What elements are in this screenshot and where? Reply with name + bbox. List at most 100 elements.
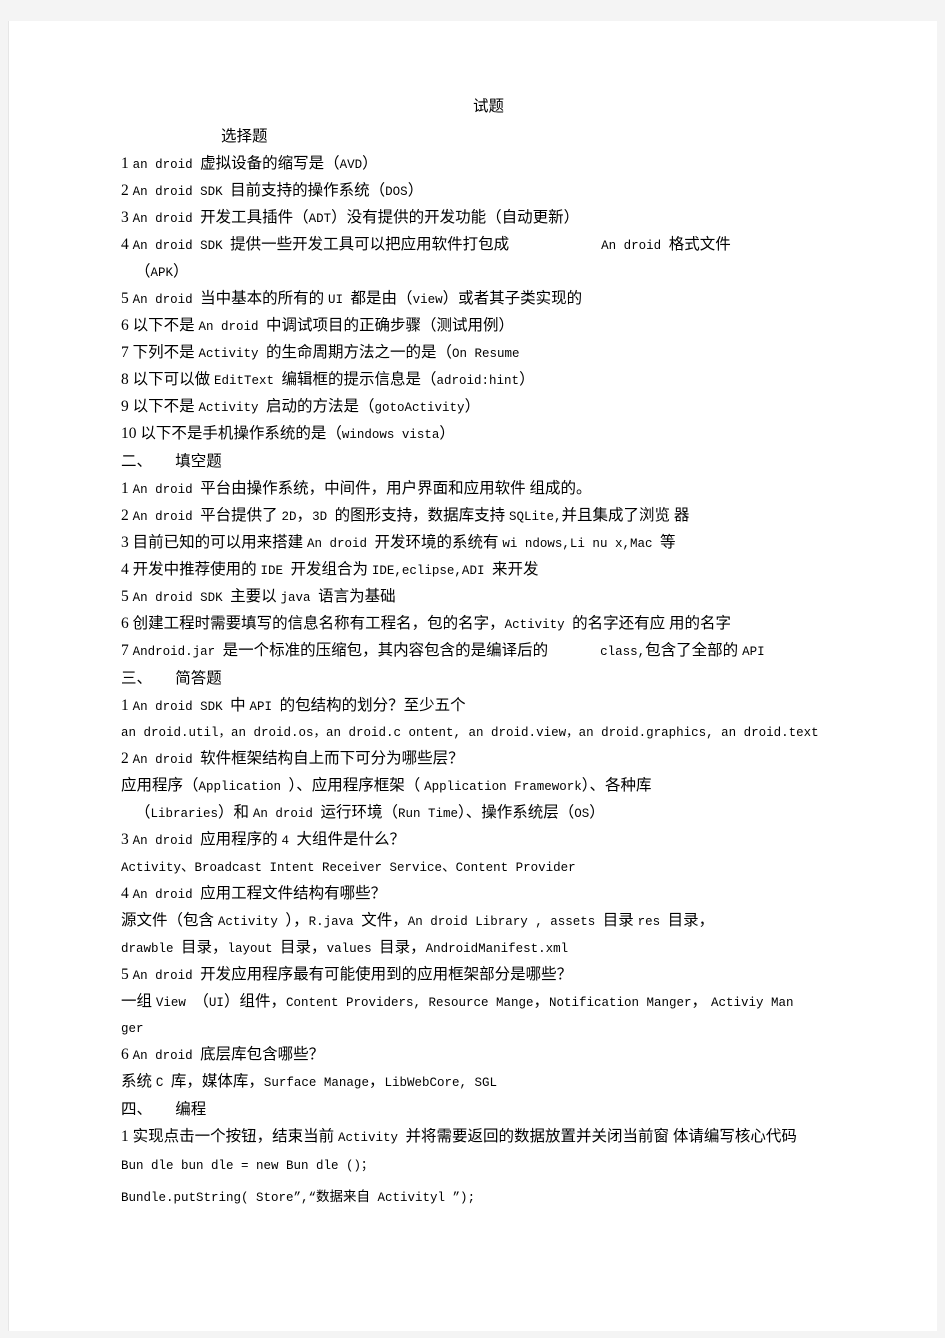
cjk-run: 10 以下不是手机操作系统的是（ <box>121 425 342 442</box>
cjk-run: 文件， <box>361 912 408 929</box>
latin-run: API <box>249 700 280 714</box>
cjk-run: 4 <box>121 236 133 253</box>
cjk-run: ） <box>173 263 189 280</box>
cjk-run: 、 <box>442 859 456 874</box>
page-title: 试题 <box>472 98 504 115</box>
cjk-run: 目前支持的操作系统（ <box>230 182 386 199</box>
cjk-run: 系统 <box>121 1073 156 1090</box>
cjk-run: ， <box>296 507 313 524</box>
text-line: 2 An droid 平台提供了 2D，3D 的图形支持，数据库支持 SQLit… <box>121 503 846 530</box>
text-line: 1 实现点击一个按钮，结束当前 Activity 并将需要返回的数据放置并关闭当… <box>121 1124 846 1151</box>
latin-run: Notification Manger <box>549 996 692 1010</box>
cjk-run: 的图形支持，数据库支持 <box>334 507 509 524</box>
latin-run: C <box>155 1076 171 1090</box>
cjk-run: 开发工具插件（ <box>200 209 309 226</box>
latin-run: An droid <box>198 320 267 334</box>
cjk-run: 平台提供了 <box>200 507 282 524</box>
document-content: 试题 选择题 1 an droid 虚拟设备的缩写是（AVD） 2 An droid… <box>121 93 846 1214</box>
latin-run: An droid <box>132 834 201 848</box>
section-heading-programming: 四、 编程 <box>121 1101 207 1118</box>
cjk-run: ）组件， <box>223 993 286 1010</box>
latin-run: ger <box>121 1022 144 1036</box>
cjk-run: ） <box>519 371 535 388</box>
text-line: Bun dle bun dle = new Bun dle ()； <box>121 1151 846 1182</box>
cjk-run: ）、各种库 <box>581 777 652 794</box>
cjk-run: 来开发 <box>491 561 539 578</box>
latin-run: Broadcast Intent Receiver Service <box>194 861 443 875</box>
cjk-run: 提供一些开发工具可以把应用软件打包成 <box>230 236 510 253</box>
text-line: 5 An droid 当中基本的所有的 UI 都是由（view）或者其子类实现的 <box>121 286 846 313</box>
cjk-run: 中 <box>230 697 250 714</box>
cjk-run: 开发环境的系统有 <box>374 534 503 551</box>
latin-run: IDE <box>260 564 291 578</box>
cjk-run: 都是由（ <box>350 290 413 307</box>
cjk-run: 平台由操作系统，中间件，用户界面和应用软件 组成的。 <box>200 480 592 497</box>
latin-run: Content Providers, Resource Mange <box>285 996 534 1010</box>
cjk-run: ）和 <box>218 804 253 821</box>
text-line: 6 创建工程时需要填写的信息名称有工程名，包的名字，Activity 的名字还有… <box>121 611 846 638</box>
cjk-run: 当中基本的所有的 <box>200 290 329 307</box>
text-line: 5 An droid 开发应用程序最有可能使用到的应用框架部分是哪些？ <box>121 962 846 989</box>
latin-run: An droid SDK <box>132 185 231 199</box>
text-line: 10 以下不是手机操作系统的是（windows vista） <box>121 421 846 448</box>
text-line: 3 目前已知的可以用来搭建 An droid 开发环境的系统有 wi ndows… <box>121 530 846 557</box>
cjk-run: 开发组合为 <box>290 561 372 578</box>
latin-run: drawble <box>121 942 182 956</box>
cjk-run: 主要以 <box>230 588 281 605</box>
cjk-run: 目录， <box>379 939 426 956</box>
cjk-run: 目录， <box>667 912 715 929</box>
latin-run: Activity <box>504 618 573 632</box>
latin-run: LibWebCore, SGL <box>384 1076 497 1090</box>
latin-run: adroid:hint <box>436 374 520 388</box>
cjk-run: 5 <box>121 966 133 983</box>
text-line: ger <box>121 1016 846 1042</box>
cjk-run: 开发应用程序最有可能使用到的应用框架部分是哪些？ <box>200 966 573 983</box>
cjk-run: ） <box>362 155 378 172</box>
cjk-run: 1 <box>121 480 133 497</box>
latin-run: res <box>637 915 668 929</box>
text-line: 一组 View （UI）组件，Content Providers, Resour… <box>121 989 846 1016</box>
text-line: 8 以下可以做 EditText 编辑框的提示信息是（adroid:hint） <box>121 367 846 394</box>
latin-run: windows vista <box>341 428 440 442</box>
text-line: 7 Android.jar 是一个标准的压缩包，其内容包含的是编译后的 class… <box>121 638 846 665</box>
latin-run: EditText <box>214 374 282 388</box>
text-line: 4 开发中推荐使用的 IDE 开发组合为 IDE,eclipse,ADI 来开发 <box>121 557 846 584</box>
latin-run: AVD <box>339 158 363 172</box>
cjk-run: 3 <box>121 831 133 848</box>
latin-run: An droid <box>132 212 201 226</box>
cjk-run: 7 <box>121 642 133 659</box>
cjk-run: 的生命周期方法之一的是（ <box>266 344 453 361</box>
latin-run: Activity <box>121 861 182 875</box>
cjk-run: ）， <box>285 912 309 929</box>
cjk-run: 是一个标准的压缩包，其内容包含的是编译后的 <box>222 642 549 659</box>
latin-run: Application Framework <box>424 780 582 794</box>
cjk-run: ， <box>691 993 711 1010</box>
latin-run: Surface Manage <box>263 1076 369 1090</box>
latin-run: Activityl ”); <box>370 1191 476 1205</box>
cjk-run: 包含了全部的 <box>645 642 743 659</box>
text-line: 2 An droid SDK 目前支持的操作系统（DOS） <box>121 178 846 205</box>
latin-run: Application <box>198 780 289 794</box>
section-heading-choice: 选择题 <box>221 128 268 145</box>
latin-run: An droid <box>132 753 201 767</box>
cjk-run: 9 以下不是 <box>121 398 199 415</box>
cjk-run: ） <box>407 182 424 199</box>
cjk-run: 2 <box>121 507 133 524</box>
cjk-run: 7 下列不是 <box>121 344 199 361</box>
text-line: 9 以下不是 Activity 启动的方法是（gotoActivity） <box>121 394 846 421</box>
cjk-run: ， <box>533 993 550 1010</box>
text-line: Activity 、Broadcast Intent Receiver Servi… <box>121 854 846 881</box>
latin-run: An droid Library , assets <box>407 915 603 929</box>
cjk-run: 启动的方法是（ <box>266 398 375 415</box>
latin-run: UI <box>328 293 351 307</box>
text-line: （APK） <box>121 259 846 286</box>
text-line: （Libraries）和 An droid 运行环境（Run Time）、操作系… <box>121 800 846 827</box>
cjk-run: 大组件是什么？ <box>296 831 406 848</box>
cjk-run: ， <box>368 1073 385 1090</box>
text-line: 源文件（包含 Activity ），R.java 文件，An droid Lib… <box>121 908 846 935</box>
latin-run: an droid.util，an droid.os，an droid.c ont… <box>121 726 819 740</box>
latin-run: UI <box>208 996 224 1010</box>
latin-run: 3D <box>312 510 335 524</box>
cjk-run: ）、操作系统层（ <box>457 804 575 821</box>
latin-run: wi ndows,Li nu x,Mac <box>502 537 660 551</box>
